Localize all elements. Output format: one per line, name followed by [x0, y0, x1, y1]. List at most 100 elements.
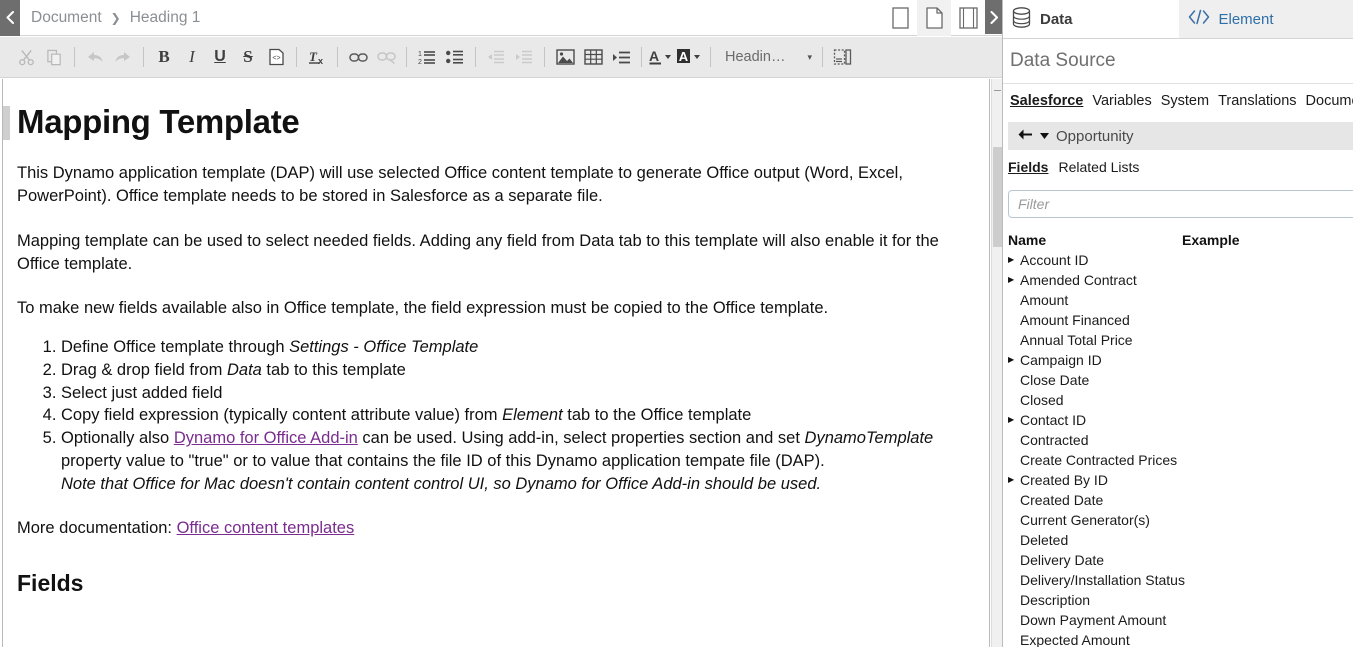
italic-icon[interactable]: I	[178, 43, 206, 71]
field-row[interactable]: Closed	[1008, 390, 1353, 410]
source-code-icon[interactable]: <>	[262, 43, 290, 71]
arrow-left-icon[interactable]	[1017, 128, 1033, 145]
redo-icon[interactable]	[109, 43, 137, 71]
page-view-icon[interactable]	[883, 0, 917, 36]
field-name-label: Amount	[1020, 292, 1069, 308]
expand-arrow-icon[interactable]: ▶	[1008, 356, 1020, 364]
field-row[interactable]: Expected Amount	[1008, 630, 1353, 647]
panel-collapse-toggle[interactable]	[985, 0, 1002, 34]
more-docs-label: More documentation:	[17, 519, 177, 538]
unlink-icon[interactable]	[372, 43, 400, 71]
breadcrumb-item-document[interactable]: Document	[31, 9, 102, 27]
field-row[interactable]: Created Date	[1008, 490, 1353, 510]
field-row[interactable]: Amount	[1008, 290, 1353, 310]
field-row[interactable]: Deleted	[1008, 530, 1353, 550]
layout-view-icon[interactable]	[951, 0, 985, 36]
field-list-tab-bar: Fields Related Lists	[1008, 156, 1353, 178]
ds-tab-documents[interactable]: Documents	[1306, 93, 1353, 109]
cut-icon[interactable]	[12, 43, 40, 71]
tab-fields[interactable]: Fields	[1008, 159, 1048, 175]
field-name-label: Amended Contract	[1020, 272, 1137, 288]
page-break-icon[interactable]	[829, 43, 857, 71]
document-body[interactable]: Mapping Template This Dynamo application…	[3, 103, 975, 600]
bold-icon[interactable]: B	[150, 43, 178, 71]
field-name-label: Closed	[1020, 392, 1064, 408]
field-row[interactable]: Amount Financed	[1008, 310, 1353, 330]
svg-text:<>: <>	[272, 55, 280, 62]
outdent-icon[interactable]	[482, 43, 510, 71]
scrollbar-thumb[interactable]	[993, 147, 1002, 247]
underline-icon[interactable]: U	[206, 43, 234, 71]
text-color-icon[interactable]: A	[648, 43, 676, 71]
field-row[interactable]: Current Generator(s)	[1008, 510, 1353, 530]
fields-list[interactable]: ▶ Account ID ▶ Amended Contract Amount Amount…	[1008, 250, 1353, 647]
list-item: Optionally also Dynamo for Office Add-in…	[61, 427, 975, 495]
strikethrough-icon[interactable]: S	[234, 43, 262, 71]
scroll-up-arrow-icon[interactable]	[994, 90, 1001, 91]
table-icon[interactable]	[579, 43, 607, 71]
column-header-name: Name	[1008, 232, 1047, 248]
field-name-label: Description	[1020, 592, 1091, 608]
paragraph-style-value: Headin…	[725, 49, 786, 65]
page-title-text: Mapping Template	[17, 103, 300, 140]
remove-format-icon[interactable]: Tx	[303, 43, 331, 71]
steps-list: Define Office template through Settings …	[17, 336, 975, 495]
field-row[interactable]: Contracted	[1008, 430, 1353, 450]
bulleted-list-icon[interactable]	[441, 43, 469, 71]
field-row[interactable]: ▶ Account ID	[1008, 250, 1353, 270]
paragraph-style-select[interactable]: Headin… ▾	[717, 49, 816, 65]
step-4-text-tail: tab to the Office template	[562, 406, 752, 425]
field-row[interactable]: ▶ Campaign ID	[1008, 350, 1353, 370]
field-row[interactable]: Down Payment Amount	[1008, 610, 1353, 630]
svg-text:A: A	[679, 49, 689, 64]
step-2-text-tail: tab to this template	[261, 360, 406, 379]
chevron-left-icon[interactable]	[0, 0, 20, 36]
link-icon[interactable]	[344, 43, 372, 71]
expand-arrow-icon[interactable]: ▶	[1008, 276, 1020, 284]
background-color-icon[interactable]: A	[676, 43, 704, 71]
ds-tab-system[interactable]: System	[1161, 93, 1209, 109]
document-scroll-area[interactable]: Mapping Template This Dynamo application…	[0, 79, 1002, 647]
document-view-icon[interactable]	[917, 0, 951, 36]
document-page: Mapping Template This Dynamo application…	[2, 79, 990, 647]
editor-toolbar: B I U S <> Tx 1 2 A A Headin… ▾	[0, 37, 1002, 78]
copy-icon[interactable]	[40, 43, 68, 71]
field-row[interactable]: Delivery/Installation Status	[1008, 570, 1353, 590]
breadcrumb-item-heading-1[interactable]: Heading 1	[130, 9, 201, 27]
field-row[interactable]: Description	[1008, 590, 1353, 610]
field-row[interactable]: ▶ Amended Contract	[1008, 270, 1353, 290]
numbered-list-icon[interactable]: 12	[413, 43, 441, 71]
tab-data[interactable]: Data	[1003, 0, 1179, 38]
dynamo-office-addin-link[interactable]: Dynamo for Office Add-in	[174, 429, 358, 447]
image-icon[interactable]	[551, 43, 579, 71]
indent-icon[interactable]	[510, 43, 538, 71]
field-row[interactable]: Annual Total Price	[1008, 330, 1353, 350]
field-row[interactable]: ▶ Contact ID	[1008, 410, 1353, 430]
ds-tab-variables[interactable]: Variables	[1092, 93, 1151, 109]
field-row[interactable]: Create Contracted Prices	[1008, 450, 1353, 470]
ds-tab-salesforce[interactable]: Salesforce	[1010, 93, 1083, 109]
tab-related-lists[interactable]: Related Lists	[1058, 159, 1139, 175]
field-name-label: Delivery Date	[1020, 552, 1105, 568]
caret-down-icon[interactable]	[1040, 131, 1049, 141]
filter-input[interactable]	[1008, 190, 1353, 218]
document-scrollbar[interactable]	[991, 79, 1002, 647]
field-row[interactable]: ▶ Created By ID	[1008, 470, 1353, 490]
step-4-emphasis: Element	[502, 406, 563, 425]
field-row[interactable]: Delivery Date	[1008, 550, 1353, 570]
paragraph-mapping: Mapping template can be used to select n…	[17, 231, 939, 273]
undo-icon[interactable]	[81, 43, 109, 71]
field-row[interactable]: Close Date	[1008, 370, 1353, 390]
office-content-templates-link[interactable]: Office content templates	[177, 519, 355, 537]
expand-arrow-icon[interactable]: ▶	[1008, 416, 1020, 424]
step-2-text: Drag & drop field from	[61, 360, 227, 379]
expand-arrow-icon[interactable]: ▶	[1008, 256, 1020, 264]
expand-arrow-icon[interactable]: ▶	[1008, 476, 1020, 484]
field-name-label: Expected Amount	[1020, 632, 1130, 647]
step-3-text: Select just added field	[61, 383, 223, 402]
svg-text:2: 2	[418, 59, 422, 65]
ds-tab-translations[interactable]: Translations	[1218, 93, 1296, 109]
tab-element[interactable]: Element	[1178, 0, 1353, 38]
insert-field-icon[interactable]	[607, 43, 635, 71]
toolbar-separator	[74, 47, 75, 67]
